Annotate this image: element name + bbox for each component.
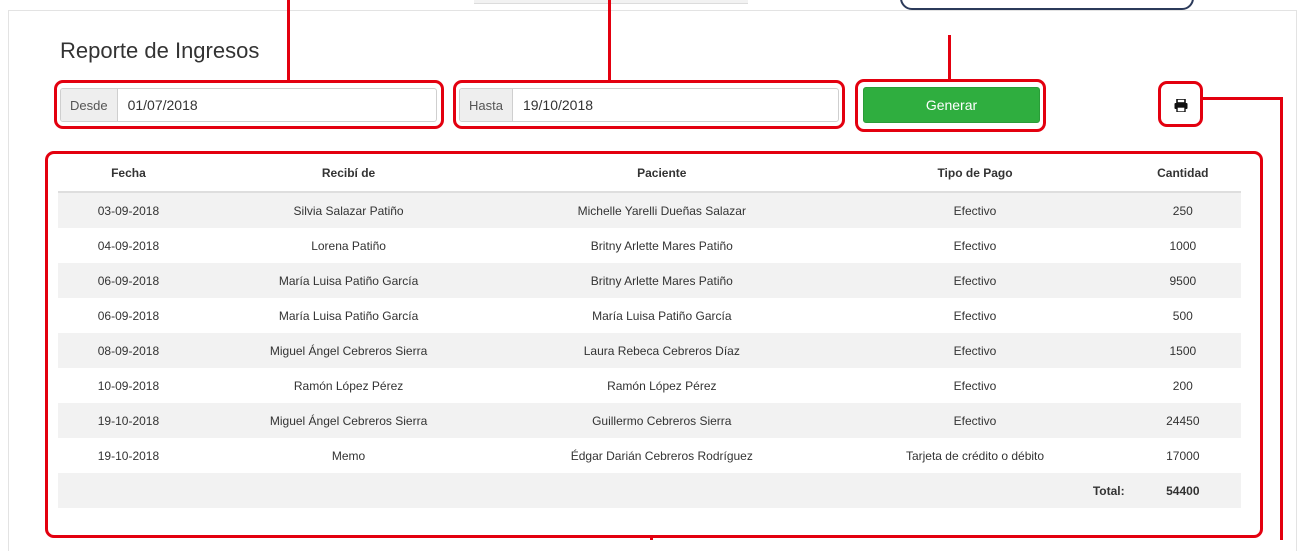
annotation-box-desde	[54, 80, 444, 129]
annotation-box-generar	[855, 79, 1046, 132]
annotation-box-print	[1158, 81, 1203, 127]
top-outlined-box-fragment	[900, 0, 1194, 10]
page-title: Reporte de Ingresos	[60, 38, 260, 63]
annotation-line-print-vertical	[1280, 97, 1283, 540]
annotation-line-hasta	[608, 0, 611, 82]
annotation-line-print-horizontal	[1201, 97, 1282, 100]
annotation-line-table	[650, 536, 653, 540]
top-bar-fragment	[474, 0, 748, 4]
annotation-line-desde	[287, 0, 290, 82]
annotation-box-hasta	[453, 80, 845, 129]
annotation-line-generar	[948, 35, 951, 81]
annotation-box-table	[45, 151, 1263, 538]
